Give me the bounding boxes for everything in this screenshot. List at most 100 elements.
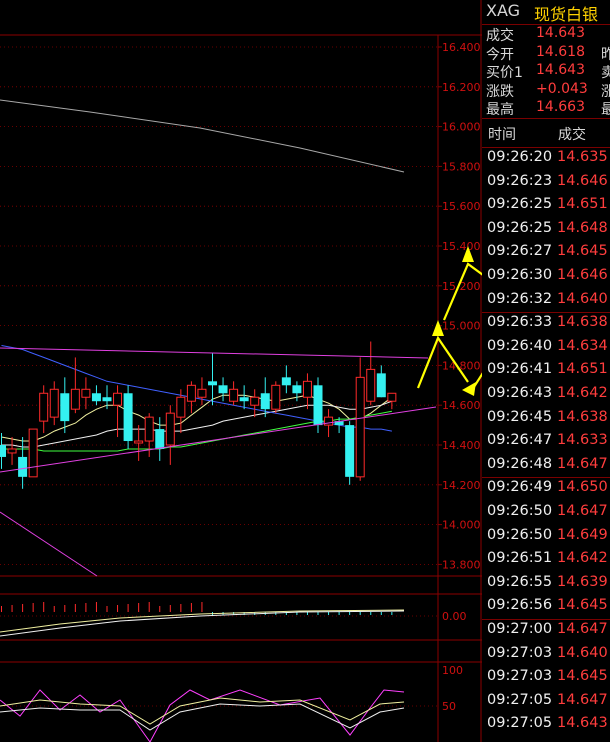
- quote-label: 买价1: [486, 65, 523, 82]
- tick-table-header: 时间 成交: [482, 118, 610, 148]
- kline-chart[interactable]: 16.40016.20016.00015.80015.60015.40015.2…: [0, 0, 482, 742]
- candle-body-up: [387, 392, 397, 402]
- candle-body-up: [134, 440, 144, 444]
- quote-label: 成交: [486, 28, 514, 44]
- candle-body-down: [123, 393, 133, 442]
- tick-price: 14.651: [557, 196, 608, 213]
- quote-value: +0.043: [536, 80, 588, 97]
- candle-body-up: [355, 376, 365, 478]
- candle-body-down: [155, 429, 165, 449]
- tick-time: 09:26:25: [487, 196, 553, 213]
- quote-extra-label: 卖: [601, 65, 610, 82]
- kdj-axis-label: 100: [442, 664, 463, 677]
- tick-time: 09:26:51: [487, 550, 553, 567]
- tick-time: 09:26:40: [487, 337, 553, 354]
- tick-row: 09:27:03 14.640: [482, 645, 610, 669]
- tick-price: 14.645: [557, 597, 608, 614]
- tick-price: 14.642: [557, 385, 608, 401]
- tick-price: 14.638: [557, 408, 608, 425]
- tick-time: 09:26:48: [487, 455, 553, 472]
- tick-time: 09:26:43: [487, 385, 553, 401]
- tick-row: 09:26:20 14.635: [482, 149, 610, 173]
- symbol-header: XAG 现货白银: [482, 0, 610, 25]
- candle-body-down: [239, 397, 249, 402]
- tick-row: 09:26:49 14.650: [482, 479, 610, 503]
- symbol-code: XAG: [486, 1, 521, 20]
- tick-time: 09:26:50: [487, 503, 553, 519]
- tick-price: 14.646: [557, 267, 608, 283]
- tick-time: 09:27:05: [487, 691, 553, 708]
- candle-body-up: [39, 392, 49, 422]
- tick-row: 09:26:32 14.640: [482, 291, 610, 315]
- tick-row: 09:27:05 14.643: [482, 715, 610, 739]
- quote-extra-label: 最: [601, 102, 610, 119]
- tick-time: 09:26:30: [487, 267, 553, 283]
- tick-row: 09:26:33 14.638: [482, 314, 610, 338]
- quote-label: 涨跌: [486, 83, 514, 100]
- candle-body-up: [176, 396, 186, 418]
- candle-body-up: [229, 388, 239, 402]
- main-chart-area[interactable]: [0, 0, 482, 742]
- candle-body-up: [81, 388, 91, 398]
- candle-body-up: [366, 368, 376, 402]
- quote-extra-label: 昨: [601, 46, 610, 63]
- candle-body-down: [313, 385, 323, 426]
- tick-row: 09:26:45 14.638: [482, 409, 610, 433]
- tick-time: 09:26:25: [487, 219, 553, 236]
- tick-price: 14.647: [557, 691, 608, 708]
- kdj-axis-label: 50: [442, 700, 456, 713]
- quote-label: 今开: [486, 46, 514, 63]
- tick-price: 14.645: [557, 668, 608, 685]
- tick-price: 14.648: [557, 219, 608, 236]
- tick-price: 14.647: [557, 455, 608, 472]
- tick-row: 09:26:41 14.651: [482, 361, 610, 385]
- tick-price: 14.633: [557, 432, 608, 449]
- tick-time: 09:26:50: [487, 526, 553, 543]
- candle-body-up: [271, 384, 281, 410]
- candle-body-down: [18, 456, 28, 477]
- tick-price: 14.650: [557, 479, 608, 496]
- candle-body-up: [250, 396, 260, 406]
- tick-row: 09:27:03 14.645: [482, 668, 610, 692]
- candle-body-up: [197, 388, 207, 398]
- tick-time: 09:26:20: [487, 149, 553, 165]
- candle-body-up: [70, 388, 80, 410]
- tick-price: 14.640: [557, 644, 608, 661]
- tick-price: 14.647: [557, 621, 608, 637]
- tick-separator: [482, 477, 610, 479]
- tick-time: 09:26:47: [487, 432, 553, 449]
- tick-row: 09:26:51 14.642: [482, 550, 610, 574]
- tick-row: 09:26:25 14.651: [482, 196, 610, 220]
- tick-row: 09:26:48 14.647: [482, 456, 610, 480]
- candle-body-up: [165, 412, 175, 446]
- price-axis-label: 14.600: [442, 399, 481, 412]
- quote-label: 最高: [486, 102, 514, 119]
- macd-axis-label: 0.00: [442, 610, 467, 623]
- price-axis-label: 15.800: [442, 160, 481, 173]
- tick-time: 09:27:00: [487, 621, 553, 637]
- candle-body-up: [28, 428, 38, 478]
- tick-row: 09:26:56 14.645: [482, 597, 610, 621]
- tick-price: 14.646: [557, 172, 608, 189]
- tick-price: 14.635: [557, 149, 608, 165]
- price-axis-label: 15.600: [442, 200, 481, 213]
- tick-row: 09:26:55 14.639: [482, 574, 610, 598]
- tick-row: 09:26:40 14.634: [482, 338, 610, 362]
- quote-extra-label: 涨: [601, 83, 610, 100]
- price-axis-label: 15.400: [442, 240, 481, 253]
- candle-body-down: [345, 425, 355, 477]
- candle-body-up: [113, 392, 123, 406]
- candle-body-down: [376, 373, 386, 398]
- candle-body-down: [60, 393, 70, 422]
- tick-time: 09:27:03: [487, 668, 553, 685]
- price-axis-label: 14.200: [442, 479, 481, 492]
- tick-row: 09:26:25 14.648: [482, 220, 610, 244]
- candle-body-down: [281, 377, 291, 386]
- candle-body-up: [186, 384, 196, 402]
- tick-price: 14.643: [557, 715, 608, 732]
- tick-price: 14.638: [557, 314, 608, 331]
- candle-body-down: [0, 445, 6, 457]
- tick-row: 09:26:50 14.647: [482, 503, 610, 527]
- tick-row: 09:26:27 14.645: [482, 243, 610, 267]
- candle-body-down: [102, 397, 112, 402]
